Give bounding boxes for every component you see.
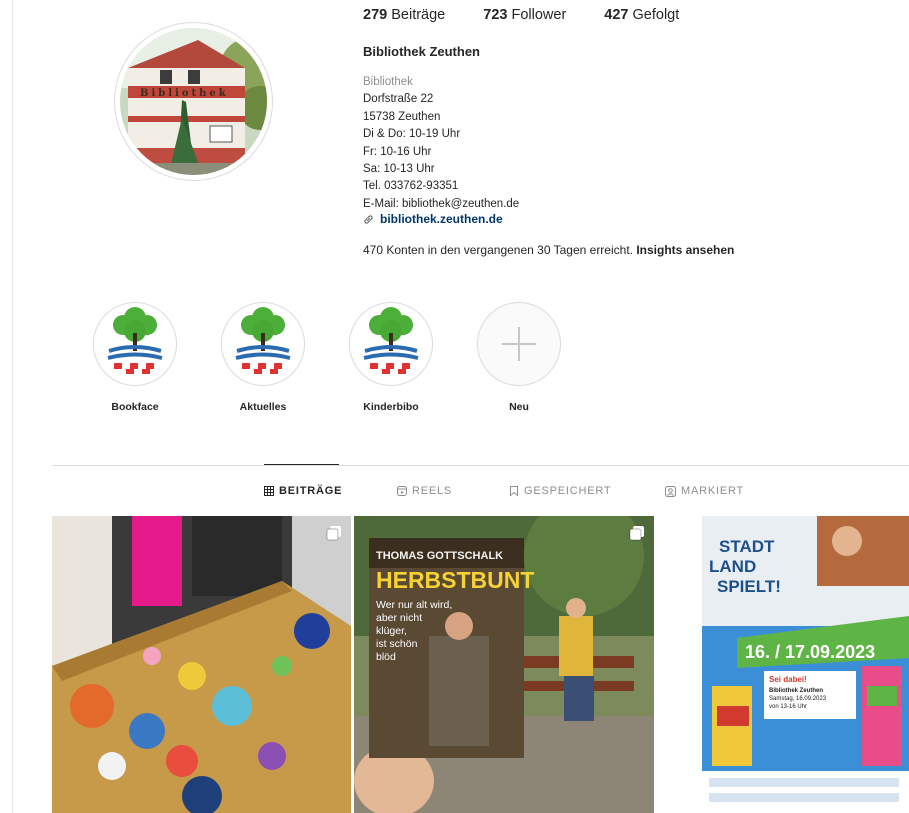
posts-count: 279 — [363, 7, 388, 23]
website-link[interactable]: bibliothek.zeuthen.de — [363, 212, 503, 226]
post-image — [52, 516, 351, 813]
profile-bio: Bibliothek Dorfstraße 22 15738 Zeuthen D… — [363, 74, 519, 213]
new-highlight-button[interactable]: Neu — [474, 302, 564, 413]
posts-label: Beiträge — [391, 7, 446, 23]
poster-line: von 13-16 Uhr — [769, 704, 807, 710]
book-title: HERBSTBUNT — [376, 567, 534, 593]
highlight-bookface[interactable]: Bookface — [90, 302, 180, 413]
tab-label: MARKIERT — [681, 485, 745, 497]
highlight-label: Aktuelles — [239, 401, 287, 413]
active-tab-indicator — [264, 464, 339, 465]
poster-title: STADT — [719, 537, 775, 556]
insights-line: 470 Konten in den vergangenen 30 Tagen e… — [363, 243, 734, 257]
highlight-cover — [221, 302, 305, 386]
highlight-label: Neu — [509, 401, 529, 413]
following-count: 427 — [604, 7, 629, 23]
highlight-cover — [93, 302, 177, 386]
following-label: Gefolgt — [632, 7, 680, 23]
book-subtitle-line: ist schön — [376, 638, 418, 650]
bio-line: Sa: 10-13 Uhr — [363, 163, 435, 176]
profile-name: Bibliothek Zeuthen — [363, 44, 480, 59]
tagged-icon — [665, 485, 676, 497]
page-divider — [12, 0, 13, 813]
posts-stat: 279 Beiträge — [363, 7, 445, 23]
poster-line: Bibliothek Zeuthen — [769, 688, 823, 694]
tabs-divider — [52, 465, 909, 466]
bio-line: Tel. 033762-93351 — [363, 180, 459, 193]
bio-line: Dorfstraße 22 — [363, 93, 434, 106]
avatar-sign-text: Bibliothek — [140, 88, 229, 99]
book-subtitle-line: Wer nur alt wird, — [376, 599, 452, 611]
tab-label: GESPEICHERT — [524, 485, 612, 497]
followers-stat[interactable]: 723 Follower — [483, 7, 566, 23]
bio-line: E-Mail: bibliothek@zeuthen.de — [363, 197, 520, 210]
bio-line: Di & Do: 10-19 Uhr — [363, 128, 461, 141]
tab-markiert[interactable]: MARKIERT — [665, 485, 744, 497]
followers-label: Follower — [511, 7, 567, 23]
tab-gespeichert[interactable]: GESPEICHERT — [509, 485, 611, 497]
link-icon — [364, 214, 373, 224]
tree-logo-icon — [363, 307, 419, 374]
post-image: THOMAS GOTTSCHALK HERBSTBUNT Wer nur alt… — [354, 516, 654, 813]
highlight-label: Kinderbibo — [363, 401, 419, 413]
grid-icon — [264, 486, 274, 496]
carousel-icon — [326, 526, 341, 541]
following-stat[interactable]: 427 Gefolgt — [604, 7, 679, 23]
highlight-label: Bookface — [111, 401, 159, 413]
tab-label: REELS — [412, 485, 453, 497]
profile-stats: 279 Beiträge 723 Follower 427 Gefolgt — [363, 7, 717, 23]
insights-text: 470 Konten in den vergangenen 30 Tagen e… — [363, 243, 633, 257]
post-tile[interactable]: THOMAS GOTTSCHALK HERBSTBUNT Wer nur alt… — [354, 516, 654, 813]
highlight-kinderbibo[interactable]: Kinderbibo — [346, 302, 436, 413]
website-link-text: bibliothek.zeuthen.de — [380, 212, 503, 226]
book-subtitle-line: aber nicht — [376, 612, 422, 624]
insights-link[interactable]: Insights ansehen — [636, 243, 734, 257]
tree-logo-icon — [107, 307, 163, 374]
poster-title: LAND — [709, 557, 756, 576]
avatar-image: Bibliothek — [120, 28, 267, 175]
followers-count: 723 — [483, 7, 508, 23]
poster-line: Samstag, 16.09.2023 — [769, 696, 827, 702]
reels-icon — [397, 486, 407, 496]
profile-category: Bibliothek — [363, 76, 413, 88]
post-tile[interactable]: STADT LAND SPIELT! 16. / 17.09.2023 Sei … — [657, 516, 909, 813]
tab-beitraege[interactable]: BEITRÄGE — [264, 485, 342, 497]
carousel-icon — [629, 526, 644, 541]
highlight-cover — [349, 302, 433, 386]
post-tile[interactable] — [52, 516, 351, 813]
book-author: THOMAS GOTTSCHALK — [376, 550, 503, 562]
bio-line: Fr: 10-16 Uhr — [363, 145, 432, 158]
profile-avatar[interactable]: Bibliothek — [114, 22, 273, 181]
book-subtitle-line: blöd — [376, 651, 396, 663]
highlight-aktuelles[interactable]: Aktuelles — [218, 302, 308, 413]
tab-label: BEITRÄGE — [279, 485, 343, 497]
bio-line: 15738 Zeuthen — [363, 110, 441, 123]
tree-logo-icon — [235, 307, 291, 374]
poster-date: 16. / 17.09.2023 — [745, 642, 875, 662]
post-image: STADT LAND SPIELT! 16. / 17.09.2023 Sei … — [657, 516, 909, 813]
highlight-cover — [477, 302, 561, 386]
plus-icon — [502, 327, 536, 361]
book-subtitle-line: klüger, — [376, 625, 407, 637]
tab-reels[interactable]: REELS — [397, 485, 452, 497]
bookmark-icon — [510, 486, 518, 496]
poster-title: SPIELT! — [717, 577, 781, 596]
poster-heading: Sei dabei! — [769, 675, 807, 684]
